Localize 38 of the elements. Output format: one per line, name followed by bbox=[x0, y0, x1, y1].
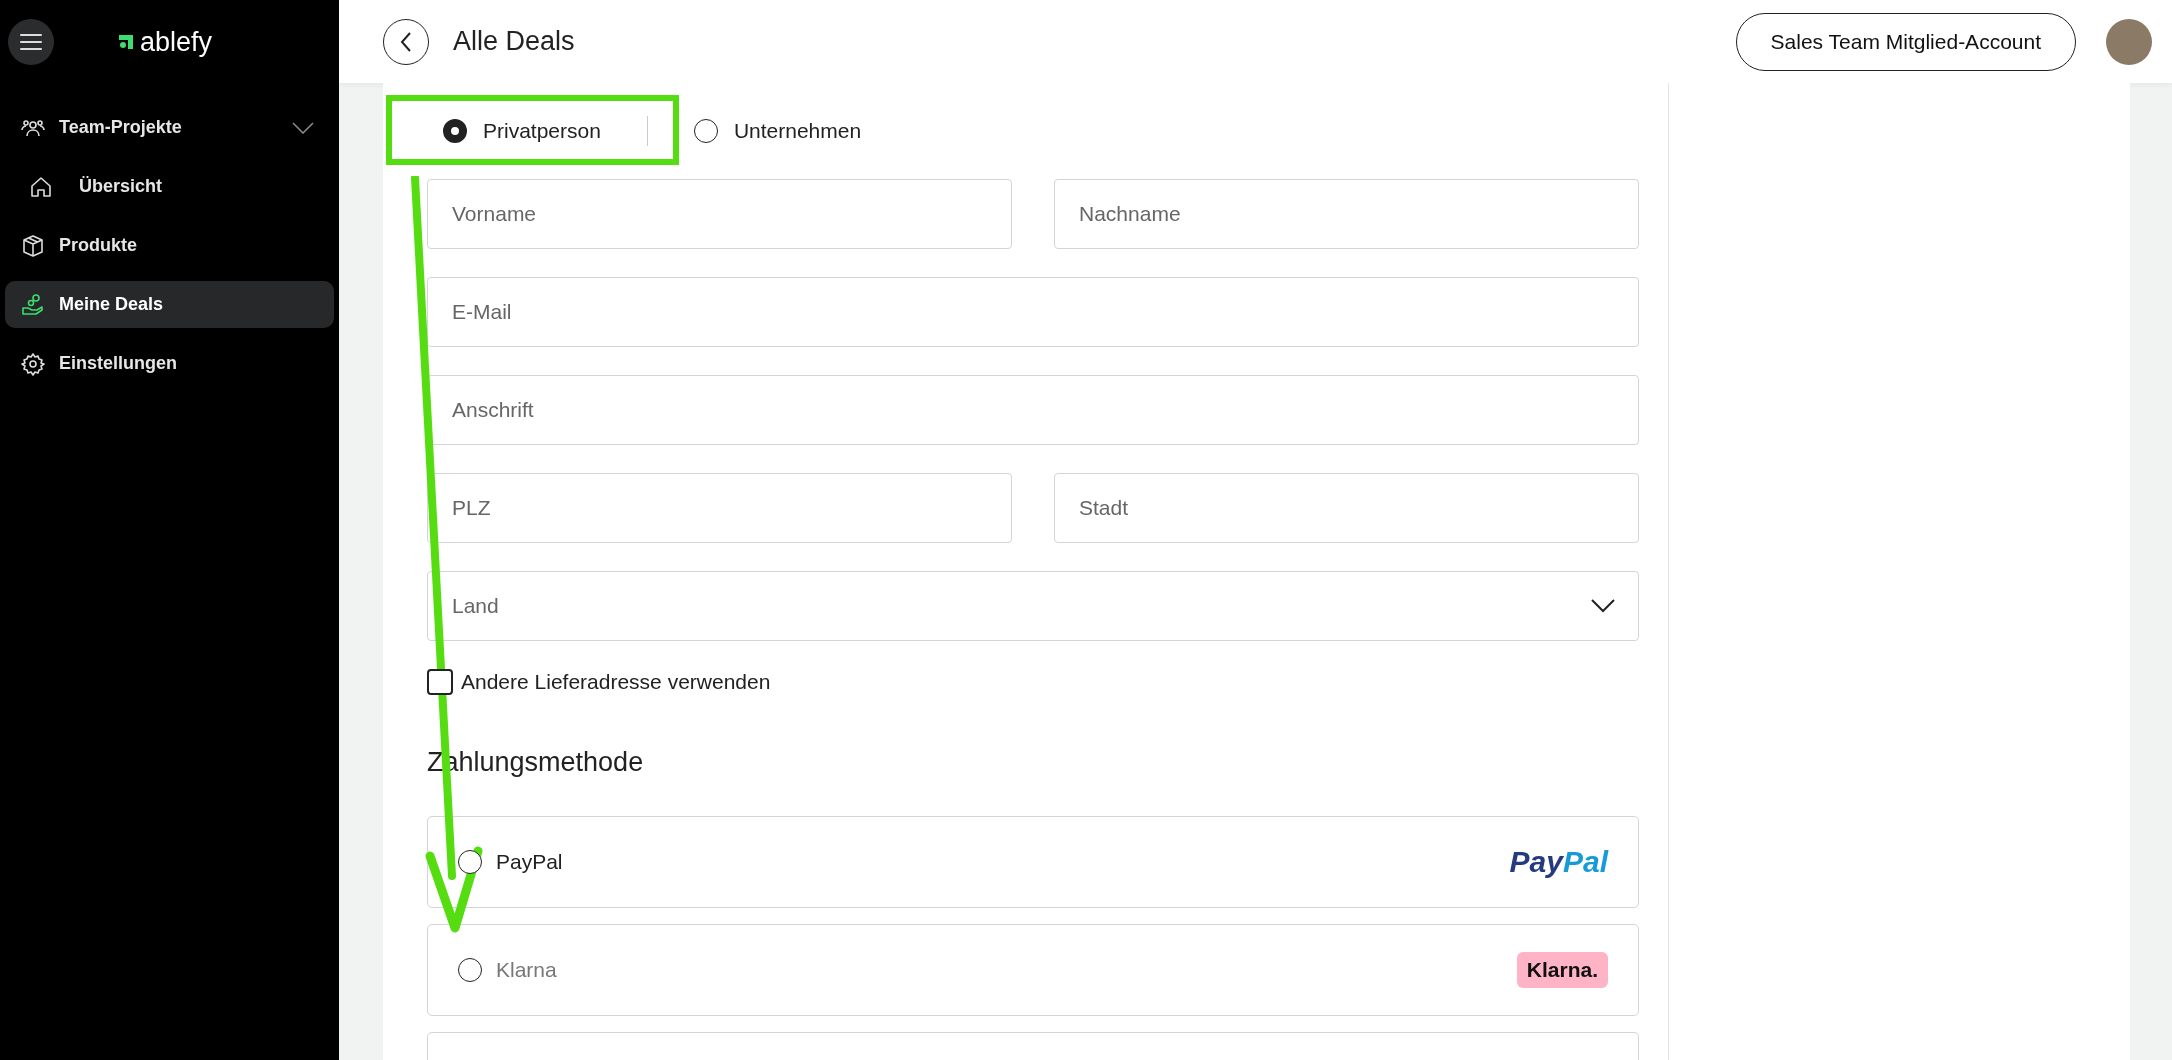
avatar[interactable] bbox=[2106, 18, 2152, 65]
sidebar-item[interactable]: Team-Projekte bbox=[5, 104, 334, 151]
checkbox[interactable] bbox=[427, 669, 453, 695]
radio-option[interactable]: Unternehmen bbox=[693, 119, 862, 143]
input-field[interactable]: PLZ bbox=[427, 473, 1012, 543]
sidebar-item[interactable]: Einstellungen bbox=[5, 340, 334, 387]
chevron-left-icon bbox=[399, 30, 413, 53]
payment-label: PayPal bbox=[496, 850, 563, 874]
input-field[interactable]: Vorname bbox=[427, 179, 1012, 249]
sidebar-item[interactable]: Produkte bbox=[5, 222, 334, 269]
klarna-logo: Klarna. bbox=[1516, 952, 1608, 988]
hand-icon bbox=[21, 292, 45, 317]
home-icon bbox=[29, 174, 53, 199]
settings-icon bbox=[21, 351, 45, 376]
radio-button[interactable] bbox=[458, 850, 482, 874]
radio-button[interactable] bbox=[443, 119, 467, 143]
input-field[interactable]: Anschrift bbox=[427, 375, 1639, 445]
menu-button[interactable] bbox=[8, 19, 54, 65]
sidebar-item[interactable]: Meine Deals bbox=[5, 281, 334, 328]
page-title: Alle Deals bbox=[453, 26, 575, 57]
back-button[interactable] bbox=[383, 18, 429, 65]
dropdown-field[interactable]: Land bbox=[427, 571, 1639, 641]
input-field[interactable]: E-Mail bbox=[427, 277, 1639, 347]
box-icon bbox=[21, 233, 45, 258]
payment-label: Klarna bbox=[496, 958, 557, 982]
logo-text: ablefy bbox=[140, 26, 213, 58]
chevron-down-icon bbox=[1591, 599, 1615, 613]
logo-icon bbox=[118, 34, 134, 50]
checkbox-label: Andere Lieferadresse verwenden bbox=[461, 670, 771, 694]
radio-button[interactable] bbox=[693, 119, 718, 143]
sidebar-item[interactable]: Übersicht bbox=[5, 163, 334, 210]
radio-option[interactable]: Privatperson bbox=[443, 119, 601, 143]
menu-icon bbox=[19, 33, 43, 51]
payment-option[interactable]: PayPal PayPal bbox=[427, 816, 1639, 908]
account-button[interactable]: Sales Team Mitglied-Account bbox=[1735, 12, 2076, 71]
input-field[interactable]: Stadt bbox=[1054, 473, 1639, 543]
paypal-logo: PayPal bbox=[1509, 845, 1608, 879]
input-field[interactable]: Nachname bbox=[1054, 179, 1639, 249]
